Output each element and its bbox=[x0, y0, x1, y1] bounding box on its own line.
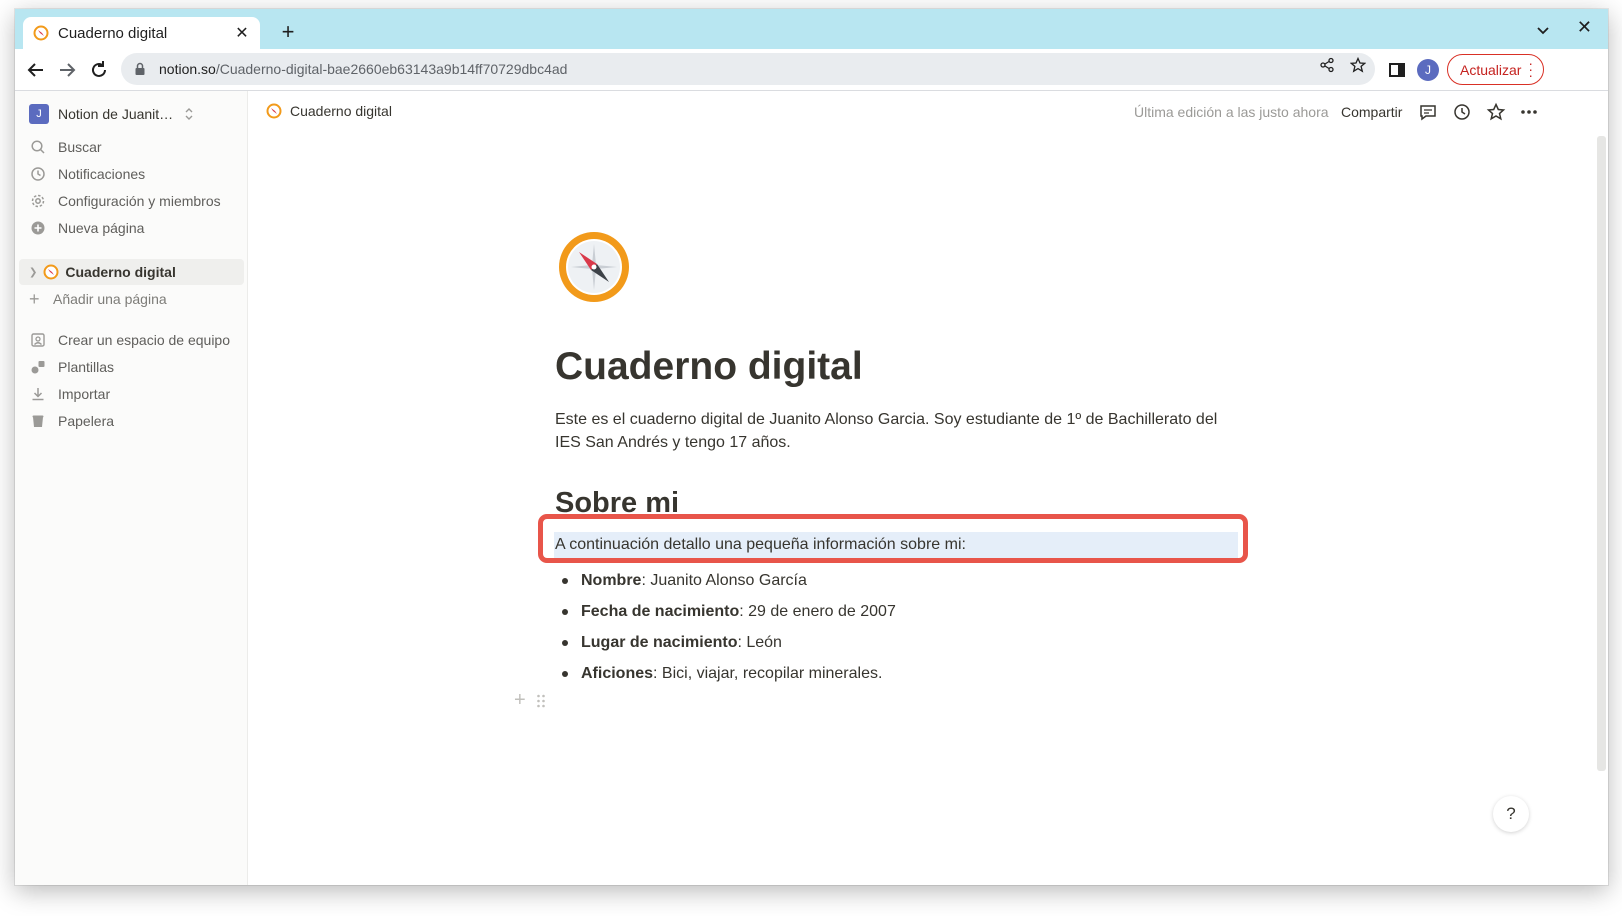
browser-window: Cuaderno digital ✕ + ✕ notion.so/Cuadern… bbox=[15, 9, 1608, 885]
bookmark-star-icon[interactable] bbox=[1350, 57, 1366, 73]
history-clock-icon[interactable] bbox=[1452, 102, 1472, 122]
plus-icon: + bbox=[29, 288, 40, 309]
sidebar-item-label: Notificaciones bbox=[58, 166, 146, 182]
add-block-plus-icon[interactable]: + bbox=[514, 689, 526, 712]
forward-arrow-icon[interactable] bbox=[56, 59, 78, 81]
new-tab-button[interactable]: + bbox=[275, 19, 301, 45]
workspace-name: Notion de Juanit… bbox=[58, 106, 174, 122]
profile-avatar[interactable]: J bbox=[1417, 59, 1439, 81]
drag-handle-icon[interactable] bbox=[536, 693, 546, 709]
list-item-key: Lugar de nacimiento bbox=[581, 633, 738, 651]
favorite-star-icon[interactable] bbox=[1486, 102, 1506, 122]
list-item[interactable]: Lugar de nacimiento: León bbox=[558, 627, 896, 658]
sidebar-item-templates[interactable]: Plantillas bbox=[29, 354, 241, 380]
bullet-dot bbox=[562, 670, 568, 677]
page-title[interactable]: Cuaderno digital bbox=[555, 345, 863, 389]
sidebar-item-label: Plantillas bbox=[58, 359, 115, 375]
list-item[interactable]: Nombre: Juanito Alonso García bbox=[558, 565, 896, 596]
sidebar-item-settings[interactable]: Configuración y miembros bbox=[29, 188, 241, 214]
bullet-dot bbox=[562, 577, 568, 584]
more-vertical-icon: · · · bbox=[1528, 55, 1533, 83]
workspace-avatar: J bbox=[29, 104, 49, 124]
more-horizontal-icon[interactable] bbox=[1519, 102, 1539, 122]
trash-icon bbox=[29, 412, 47, 430]
sidebar-item-label: Nueva página bbox=[58, 220, 145, 236]
list-item-key: Fecha de nacimiento bbox=[581, 602, 740, 620]
sidebar-item-label: Importar bbox=[58, 386, 111, 402]
chevron-down-icon[interactable] bbox=[1534, 21, 1552, 39]
sidebar-item-new-page[interactable]: Nueva página bbox=[29, 215, 241, 241]
search-icon bbox=[29, 138, 47, 156]
main-content: Cuaderno digital Última edición a las ju… bbox=[248, 91, 1608, 885]
sidebar-item-import[interactable]: Importar bbox=[29, 381, 241, 407]
help-button[interactable]: ? bbox=[1493, 796, 1529, 832]
browser-toolbar: notion.so/Cuaderno-digital-bae2660eb6314… bbox=[15, 49, 1608, 91]
download-icon bbox=[29, 385, 47, 403]
close-tab-icon[interactable]: ✕ bbox=[234, 23, 250, 43]
compass-icon[interactable] bbox=[555, 228, 633, 306]
clock-icon bbox=[29, 165, 47, 183]
lock-icon bbox=[135, 62, 145, 75]
reload-icon[interactable] bbox=[88, 59, 110, 81]
tab-title: Cuaderno digital bbox=[58, 24, 168, 42]
window-close-button[interactable]: ✕ bbox=[1577, 17, 1592, 38]
address-bar[interactable]: notion.so/Cuaderno-digital-bae2660eb6314… bbox=[121, 53, 1375, 85]
breadcrumb[interactable]: Cuaderno digital bbox=[266, 103, 392, 119]
back-arrow-icon[interactable] bbox=[25, 59, 47, 81]
list-item[interactable]: Aficiones: Bici, viajar, recopilar miner… bbox=[558, 658, 896, 689]
list-item-value: : 29 de enero de 2007 bbox=[739, 602, 896, 620]
highlight-annotation-box bbox=[538, 514, 1248, 563]
sidebar-item-create-teamspace[interactable]: Crear un espacio de equipo bbox=[29, 327, 241, 353]
sidebar-item-label: Papelera bbox=[58, 413, 115, 429]
add-page-label: Añadir una página bbox=[53, 291, 167, 307]
tab-strip: Cuaderno digital ✕ + ✕ bbox=[15, 9, 1608, 49]
sidebar-page-label: Cuaderno digital bbox=[65, 264, 176, 280]
sidebar-item-search[interactable]: Buscar bbox=[29, 134, 241, 160]
sidebar-item-notifications[interactable]: Notificaciones bbox=[29, 161, 241, 187]
bullet-dot bbox=[562, 639, 568, 646]
compass-icon bbox=[266, 103, 282, 119]
side-panel-icon[interactable] bbox=[1388, 61, 1406, 79]
compass-icon bbox=[43, 264, 59, 280]
list-item[interactable]: Fecha de nacimiento: 29 de enero de 2007 bbox=[558, 596, 896, 627]
bullet-list: Nombre: Juanito Alonso García Fecha de n… bbox=[558, 565, 896, 689]
chevron-up-down-icon bbox=[185, 108, 193, 120]
list-item-key: Aficiones bbox=[581, 664, 654, 682]
intro-paragraph[interactable]: Este es el cuaderno digital de Juanito A… bbox=[555, 408, 1240, 454]
compass-icon bbox=[33, 25, 49, 41]
add-page-button[interactable]: + Añadir una página bbox=[29, 286, 167, 312]
breadcrumb-label: Cuaderno digital bbox=[290, 103, 392, 119]
last-edited-text: Última edición a las justo ahora bbox=[1134, 104, 1329, 120]
shapes-icon bbox=[29, 358, 47, 376]
url-text: notion.so/Cuaderno-digital-bae2660eb6314… bbox=[159, 61, 568, 77]
sidebar-item-label: Configuración y miembros bbox=[58, 193, 221, 209]
scrollbar[interactable] bbox=[1597, 136, 1606, 771]
browser-tab[interactable]: Cuaderno digital ✕ bbox=[23, 17, 260, 49]
workspace-switcher[interactable]: J Notion de Juanit… bbox=[29, 104, 195, 124]
list-item-value: : Bici, viajar, recopilar minerales. bbox=[653, 664, 883, 682]
update-label: Actualizar bbox=[1460, 61, 1522, 78]
share-icon[interactable] bbox=[1319, 57, 1335, 73]
sidebar-item-trash[interactable]: Papelera bbox=[29, 408, 241, 434]
comment-icon[interactable] bbox=[1418, 102, 1438, 122]
share-button[interactable]: Compartir bbox=[1341, 104, 1402, 120]
update-button[interactable]: Actualizar · · · bbox=[1447, 54, 1544, 85]
list-item-key: Nombre bbox=[581, 571, 642, 589]
teamspace-icon bbox=[29, 331, 47, 349]
sidebar-page-cuaderno-digital[interactable]: ❯ Cuaderno digital bbox=[19, 259, 244, 285]
sidebar-item-label: Crear un espacio de equipo bbox=[58, 332, 231, 348]
bullet-dot bbox=[562, 608, 568, 615]
list-item-value: : Juanito Alonso García bbox=[641, 571, 807, 589]
sidebar-item-label: Buscar bbox=[58, 139, 102, 155]
gear-icon bbox=[29, 192, 47, 210]
block-handle: + bbox=[514, 689, 546, 712]
sidebar: J Notion de Juanit… Buscar Notificacione… bbox=[15, 91, 248, 885]
plus-circle-icon bbox=[29, 219, 47, 237]
page-topbar: Cuaderno digital Última edición a las ju… bbox=[248, 91, 1608, 136]
list-item-value: : León bbox=[737, 633, 782, 651]
chevron-right-icon[interactable]: ❯ bbox=[29, 267, 37, 278]
